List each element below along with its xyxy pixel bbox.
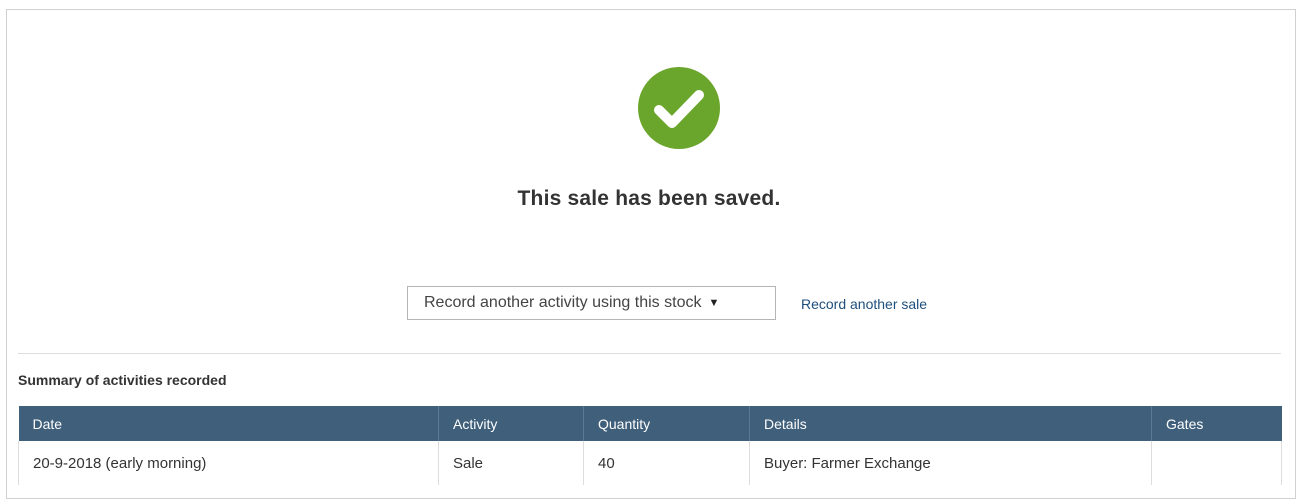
column-header-date: Date [18,406,439,441]
activities-table: Date Activity Quantity Details Gates 20-… [18,406,1282,485]
check-circle-icon [638,67,720,149]
record-another-sale-link[interactable]: Record another sale [801,296,927,312]
cell-activity: Sale [438,441,584,485]
table-row: 20-9-2018 (early morning) Sale 40 Buyer:… [18,441,1282,485]
column-header-details: Details [749,406,1152,441]
divider [18,353,1281,354]
cell-quantity: 40 [583,441,750,485]
cell-date: 20-9-2018 (early morning) [18,441,439,485]
cell-details: Buyer: Farmer Exchange [749,441,1152,485]
column-header-gates: Gates [1151,406,1282,441]
record-activity-select[interactable]: Record another activity using this stock… [407,286,776,320]
caret-down-icon: ▼ [708,297,720,309]
page-title: This sale has been saved. [517,187,781,210]
table-header-row: Date Activity Quantity Details Gates [18,406,1282,441]
column-header-activity: Activity [438,406,584,441]
cell-gates [1151,441,1282,485]
record-activity-select-value: Record another activity using this stock [424,294,702,311]
summary-heading: Summary of activities recorded [18,372,227,388]
column-header-quantity: Quantity [583,406,750,441]
